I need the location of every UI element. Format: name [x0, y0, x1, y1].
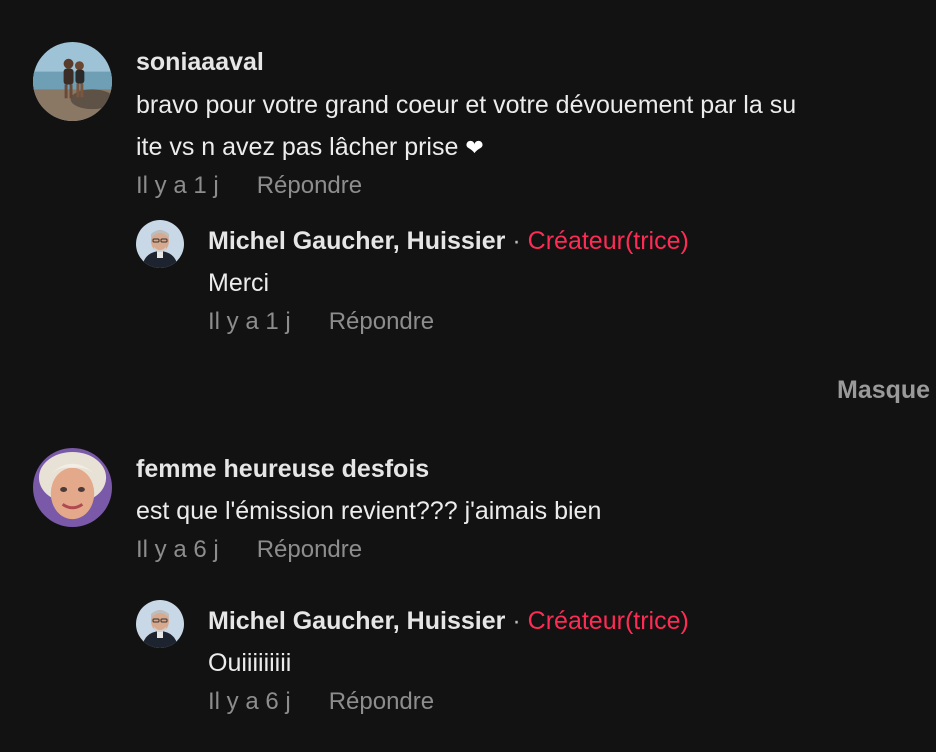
reply-button[interactable]: Répondre — [329, 308, 434, 335]
avatar-photo-beach — [33, 42, 112, 121]
comment-text: est que l'émission revient??? j'aimais b… — [136, 497, 602, 525]
reply-username-row: Michel Gaucher, Huissier · Créateur(trice) — [208, 226, 689, 256]
username-separator: · — [512, 227, 521, 255]
comment-username[interactable]: soniaaaval — [136, 47, 264, 77]
comment-text-line-1: bravo pour votre grand coeur et votre dé… — [136, 91, 797, 119]
reply-timestamp: Il y a 6 j — [208, 688, 291, 715]
comment-username[interactable]: femme heureuse desfois — [136, 454, 429, 484]
creator-badge: Créateur(trice) — [527, 227, 689, 255]
heart-icon: ❤ — [465, 135, 484, 160]
reply-meta: Il y a 6 j Répondre — [208, 687, 434, 717]
reply-username[interactable]: Michel Gaucher, Huissier — [208, 227, 505, 255]
avatar-femme-heureuse-desfois[interactable] — [33, 448, 112, 527]
reply-username-row: Michel Gaucher, Huissier · Créateur(trice) — [208, 606, 689, 636]
avatar-creator[interactable] — [136, 600, 184, 648]
reply-timestamp: Il y a 1 j — [208, 308, 291, 335]
reply-meta: Il y a 1 j Répondre — [208, 307, 434, 337]
avatar-photo-creator — [136, 600, 184, 648]
reply-button[interactable]: Répondre — [257, 536, 362, 563]
reply-button[interactable]: Répondre — [257, 172, 362, 199]
reply-text: Ouiiiiiiiii — [208, 649, 292, 677]
comment-timestamp: Il y a 1 j — [136, 172, 219, 199]
creator-badge: Créateur(trice) — [527, 607, 689, 635]
comment-text-line-2-content: ite vs n avez pas lâcher prise — [136, 133, 459, 161]
comment-meta: Il y a 6 j Répondre — [136, 535, 362, 565]
comment-meta: Il y a 1 j Répondre — [136, 171, 362, 201]
reply-button[interactable]: Répondre — [329, 688, 434, 715]
username-separator: · — [512, 607, 521, 635]
avatar-photo-woman — [33, 448, 112, 527]
reply-text: Merci — [208, 269, 270, 297]
reply-username[interactable]: Michel Gaucher, Huissier — [208, 607, 505, 635]
avatar-creator[interactable] — [136, 220, 184, 268]
comment-timestamp: Il y a 6 j — [136, 536, 219, 563]
hide-replies-link[interactable]: Masque — [837, 375, 930, 405]
avatar-soniaaaval[interactable] — [33, 42, 112, 121]
avatar-photo-creator — [136, 220, 184, 268]
comment-text-line-2: ite vs n avez pas lâcher prise ❤ — [136, 126, 484, 169]
